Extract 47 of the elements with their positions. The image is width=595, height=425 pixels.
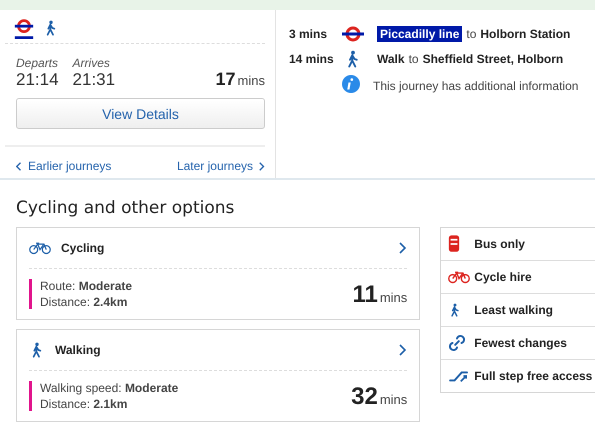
link-icon <box>448 334 466 352</box>
info-icon <box>341 74 361 94</box>
journey-duration: 17 <box>216 69 236 90</box>
filter-option[interactable]: Full step free access <box>441 360 595 392</box>
option-duration: 11 <box>352 281 378 309</box>
leg-duration: 3 mins <box>289 26 328 40</box>
duration-unit: mins <box>238 73 265 88</box>
option-title: Walking <box>55 343 101 357</box>
earlier-journeys-link[interactable]: Earlier journeys <box>16 159 112 173</box>
option-card[interactable]: Cycling Route: Moderate Distance: 2.4km 11 mins <box>16 227 420 320</box>
option-duration: 32 <box>351 383 378 411</box>
to-text: to <box>408 52 419 66</box>
departure-time: 21:14 <box>16 70 59 90</box>
chevron-right-icon <box>399 242 408 254</box>
duration-unit: mins <box>380 392 408 407</box>
option-detail: Walking speed: Moderate <box>40 381 178 395</box>
filter-option[interactable]: Fewest changes <box>441 327 595 360</box>
to-text: to <box>466 26 476 40</box>
section-heading: Cycling and other options <box>16 198 236 218</box>
filter-option[interactable]: Bus only <box>441 228 595 261</box>
destination: Sheffield Street, Holborn <box>422 52 564 66</box>
destination: Holborn Station <box>480 26 570 40</box>
option-card[interactable]: Walking Walking speed: Moderate Distance: 2.1km 32 mins <box>16 329 420 422</box>
bus-icon <box>448 234 460 254</box>
option-detail: Distance: 2.1km <box>40 397 128 411</box>
later-journeys-link[interactable]: Later journeys <box>176 159 265 173</box>
departs-label: Departs <box>16 56 59 70</box>
line-badge: Piccadilly line <box>377 26 462 42</box>
view-details-button[interactable]: View Details <box>16 98 265 129</box>
filter-option[interactable]: Cycle hire <box>441 261 595 294</box>
chevron-right-icon <box>399 344 408 356</box>
roundel-icon <box>341 26 365 42</box>
chevron-left-icon <box>16 162 22 170</box>
filter-option[interactable]: Least walking <box>441 294 595 327</box>
leg-duration: 14 mins <box>289 52 335 66</box>
mode-label: Walk <box>377 52 405 66</box>
option-detail: Distance: 2.4km <box>40 295 128 309</box>
arrival-time: 21:31 <box>72 70 116 90</box>
roundel-icon <box>13 17 35 39</box>
chevron-right-icon <box>259 162 265 170</box>
info-message: This journey has additional information <box>373 78 578 92</box>
option-detail: Route: Moderate <box>40 279 132 293</box>
duration-unit: mins <box>380 290 408 305</box>
arrives-label: Arrives <box>72 56 111 70</box>
option-title: Cycling <box>61 241 104 255</box>
bicycle-icon <box>448 270 470 284</box>
bicycle-icon <box>29 241 51 255</box>
